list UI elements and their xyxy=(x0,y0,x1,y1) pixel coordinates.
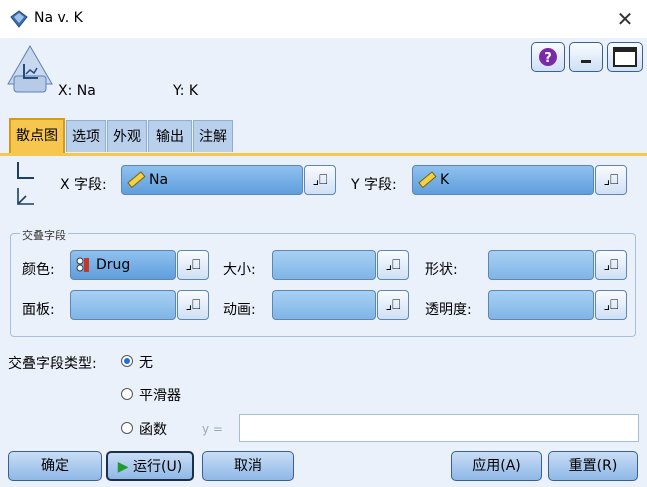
tab-underline xyxy=(0,153,647,156)
transparency-label: 透明度: xyxy=(425,302,472,318)
svg-text:?: ? xyxy=(544,51,552,66)
overlay-group-title: 交叠字段 xyxy=(20,227,68,243)
shape-picker-button[interactable]: ⌟⎕ xyxy=(595,250,627,280)
size-field-input[interactable] xyxy=(272,250,376,280)
window-title: Na v. K xyxy=(34,10,83,26)
panel-field-input[interactable] xyxy=(70,290,176,320)
graph-node-icon xyxy=(6,44,54,94)
apply-button[interactable]: 应用(A) xyxy=(451,451,542,481)
color-picker-button[interactable]: ⌟⎕ xyxy=(177,250,209,280)
animation-field-input[interactable] xyxy=(272,290,376,320)
maximize-button[interactable] xyxy=(607,42,643,72)
x-field-value: Na xyxy=(149,172,169,188)
ruler-icon xyxy=(126,170,146,194)
y-field-label: Y 字段: xyxy=(351,177,397,193)
ok-button[interactable]: 确定 xyxy=(8,451,102,481)
tab-options[interactable]: 选项 xyxy=(66,120,106,152)
x-field-picker-button[interactable]: ⌟⎕ xyxy=(304,165,336,195)
ruler-icon xyxy=(417,170,437,194)
transparency-picker-button[interactable]: ⌟⎕ xyxy=(595,290,627,320)
help-button[interactable]: ? xyxy=(531,42,565,72)
tab-annotation[interactable]: 注解 xyxy=(193,120,233,152)
panel-picker-button[interactable]: ⌟⎕ xyxy=(177,290,209,320)
tab-output[interactable]: 输出 xyxy=(148,120,192,152)
animation-picker-button[interactable]: ⌟⎕ xyxy=(377,290,409,320)
animation-label: 动画: xyxy=(223,302,256,318)
x-field-input[interactable]: Na xyxy=(121,165,303,195)
overlay-type-none-radio[interactable] xyxy=(121,355,133,367)
y-equals-label: y = xyxy=(202,422,223,436)
panel-label: 面板: xyxy=(22,302,55,318)
run-button[interactable]: ▶ 运行(U) xyxy=(106,451,194,481)
run-button-label: 运行(U) xyxy=(133,459,183,475)
size-picker-button[interactable]: ⌟⎕ xyxy=(377,250,409,280)
overlay-type-smoother-label[interactable]: 平滑器 xyxy=(139,385,181,405)
size-label: 大小: xyxy=(223,262,256,278)
color-field-input[interactable]: Drug xyxy=(70,250,176,280)
color-field-value: Drug xyxy=(96,257,131,273)
y-field-value: K xyxy=(440,172,450,188)
overlay-type-none-label[interactable]: 无 xyxy=(139,352,153,372)
run-icon: ▶ xyxy=(117,459,129,475)
axis-3d-icon[interactable] xyxy=(14,186,36,208)
axis-mode-icon[interactable] xyxy=(14,160,36,182)
app-icon xyxy=(10,10,28,28)
flag-icon xyxy=(75,256,91,278)
minimize-button[interactable] xyxy=(569,42,603,72)
y-field-picker-button[interactable]: ⌟⎕ xyxy=(595,165,627,195)
header-y-label: Y: K xyxy=(173,83,199,99)
reset-button[interactable]: 重置(R) xyxy=(548,451,638,481)
shape-field-input[interactable] xyxy=(488,250,594,280)
cancel-button[interactable]: 取消 xyxy=(202,451,294,481)
x-field-label: X 字段: xyxy=(60,177,107,193)
tab-appearance[interactable]: 外观 xyxy=(107,120,147,152)
shape-label: 形状: xyxy=(425,262,458,278)
overlay-group xyxy=(10,233,636,337)
overlay-type-function-label[interactable]: 函数 xyxy=(139,419,167,439)
color-label: 颜色: xyxy=(22,262,55,278)
y-field-input[interactable]: K xyxy=(412,165,594,195)
overlay-type-smoother-radio[interactable] xyxy=(121,388,133,400)
header-x-label: X: Na xyxy=(58,83,96,99)
title-bar xyxy=(0,0,647,38)
overlay-type-label: 交叠字段类型: xyxy=(8,356,97,372)
transparency-field-input[interactable] xyxy=(488,290,594,320)
overlay-type-function-radio[interactable] xyxy=(121,422,133,434)
function-input[interactable] xyxy=(239,414,639,442)
close-icon[interactable]: ✕ xyxy=(612,6,638,32)
tab-scatterplot[interactable]: 散点图 xyxy=(9,118,65,154)
